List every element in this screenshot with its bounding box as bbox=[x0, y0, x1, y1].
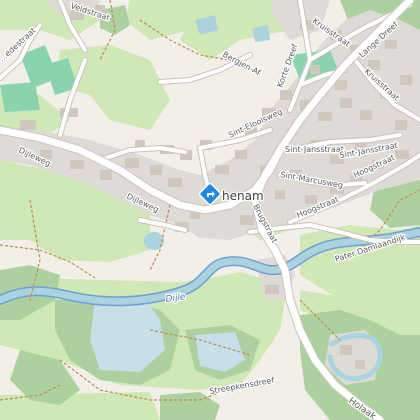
label-place-name: henam bbox=[222, 189, 264, 203]
map-view[interactable]: Veldstraat ...edestraat Bergjen-Af Kruis… bbox=[0, 0, 420, 420]
label-sint-jansstraat-west: Sint-Jansstraat bbox=[285, 145, 344, 154]
map-canvas[interactable]: Veldstraat ...edestraat Bergjen-Af Kruis… bbox=[0, 0, 420, 420]
